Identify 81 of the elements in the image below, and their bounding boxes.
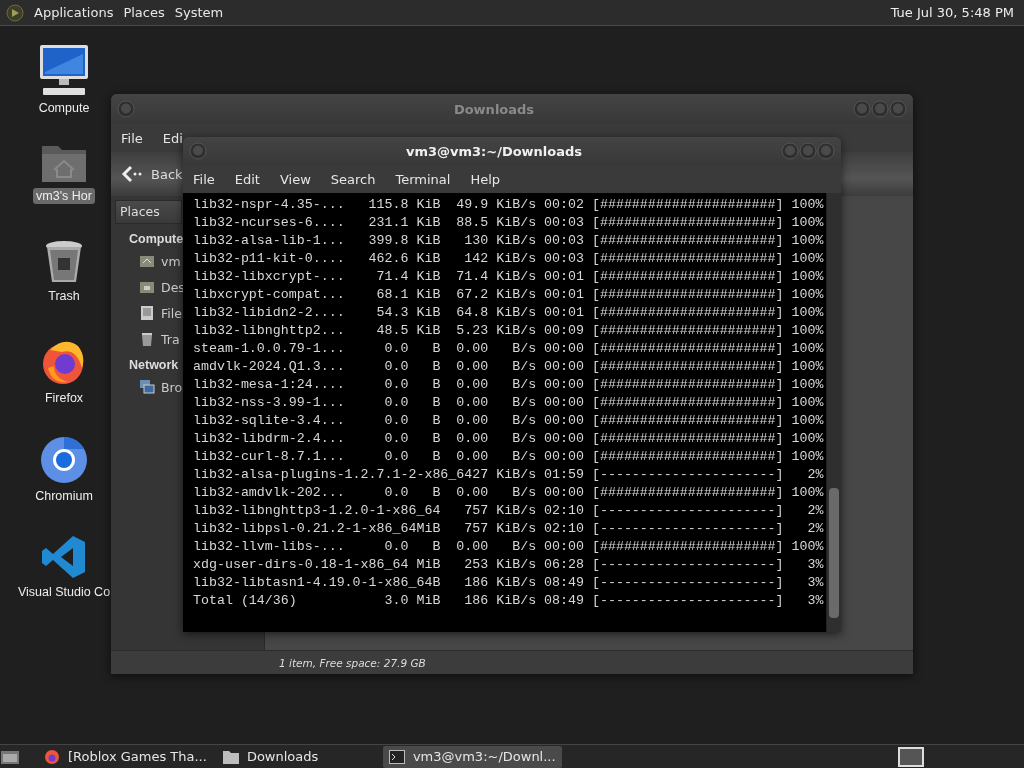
terminal-line: lib32-mesa-1:24.... 0.0 B 0.00 B/s 00:00 [######################] 100% [193,376,825,394]
desktop-icon-label[interactable]: vm3's Hor [33,188,95,204]
drive-icon [139,305,155,321]
terminal-line: lib32-llvm-libs-... 0.0 B 0.00 B/s 00:00 [######################] 100% [193,538,825,556]
terminal-line: lib32-ncurses-6.... 231.1 KiB 88.5 KiB/s 00:03 [######################] 100% [193,214,825,232]
terminal-line: lib32-libdrm-2.4... 0.0 B 0.00 B/s 00:00 [######################] 100% [193,430,825,448]
terminal-line: lib32-libidn2-2.... 54.3 KiB 64.8 KiB/s 00:01 [######################] 100% [193,304,825,322]
menu-item[interactable]: Help [470,171,501,187]
scrollbar[interactable] [826,193,841,632]
terminal-line: lib32-libnghttp2... 48.5 KiB 5.23 KiB/s 00:09 [######################] 100% [193,322,825,340]
desktop-icon-label[interactable]: Chromium [32,488,96,504]
terminal-line: Total (14/36) 3.0 MiB 186 KiB/s 08:49 [----------------------] 3% [193,592,825,610]
menu-item[interactable]: Edit [234,171,260,187]
trash-icon [44,240,84,284]
terminal-line: lib32-p11-kit-0.... 462.6 KiB 142 KiB/s 00:03 [######################] 100% [193,250,825,268]
status-text: 1 item, Free space: 27.9 GB [279,656,426,669]
sidebar-item[interactable]: Bro [161,379,183,395]
network-icon [139,379,155,395]
window-button[interactable] [799,142,817,160]
home-folder-icon [139,253,155,269]
window-button[interactable] [781,142,799,160]
menu-item[interactable]: Edi [162,130,183,146]
terminal-line: lib32-libnghttp3-1.2.0-1-x86_64 757 KiB/s 02:10 [----------------------] 2% [193,502,825,520]
folder-icon [139,279,155,295]
window-button[interactable] [817,142,835,160]
desktop-icon-label[interactable]: Trash [45,288,83,304]
terminal-line: libxcrypt-compat... 68.1 KiB 67.2 KiB/s 00:01 [######################] 100% [193,286,825,304]
panel-menu[interactable]: Applications [34,5,114,20]
taskbar-item[interactable]: vm3@vm3:~/Downl... [382,745,562,768]
window-button[interactable] [889,100,907,118]
terminal-line: lib32-amdvlk-202... 0.0 B 0.00 B/s 00:00 [######################] 100% [193,484,825,502]
window-title: Downloads [452,101,536,117]
clock[interactable]: Tue Jul 30, 5:48 PM [890,5,1018,20]
desktop-icon-label[interactable]: Visual Studio Co [14,584,114,600]
sidebar-item[interactable]: Des [161,279,185,295]
ring-icon [40,436,88,484]
back-arrow-icon[interactable] [121,165,143,183]
panel-menu[interactable]: Places [123,5,165,20]
terminal-line: xdg-user-dirs-0.18-1-x86_64 MiB 253 KiB/s 06:28 [----------------------] 3% [193,556,825,574]
terminal-line: lib32-libpsl-0.21.2-1-x86_64MiB 757 KiB/s 02:10 [----------------------] 2% [193,520,825,538]
window-menu-button[interactable] [117,100,135,118]
sidebar-heading: Network [128,358,179,372]
trash-icon [139,331,155,347]
terminal-line: lib32-curl-8.7.1... 0.0 B 0.00 B/s 00:00 [######################] 100% [193,448,825,466]
folder-icon [222,749,239,764]
menu-item[interactable]: Terminal [395,171,451,187]
scrollbar-thumb[interactable] [829,488,839,618]
terminal-line: amdvlk-2024.Q1.3... 0.0 B 0.00 B/s 00:00 [######################] 100% [193,358,825,376]
window-button[interactable] [853,100,871,118]
taskbar-item[interactable]: [Roblox Games Tha... [38,745,213,768]
desktop-icon-label[interactable]: Compute [35,100,93,116]
monitor-icon [39,44,89,96]
workspace-switcher[interactable] [898,746,924,767]
window-button[interactable] [871,100,889,118]
terminal-line: lib32-nspr-4.35-... 115.8 KiB 49.9 KiB/s 00:02 [######################] 100% [193,196,825,214]
code-editor-icon [41,534,87,580]
terminal-line: lib32-alsa-plugins-1.2.7.1-2-x86_6427 KiB/s 01:59 [----------------------] 2% [193,466,825,484]
back-button[interactable]: Back [151,166,183,182]
terminal-line: lib32-alsa-lib-1... 399.8 KiB 130 KiB/s 00:03 [######################] 100% [193,232,825,250]
menu-item[interactable]: View [279,171,311,187]
window-title: vm3@vm3:~/Downloads [404,143,584,159]
flame-globe-icon [44,748,60,765]
terminal-line: lib32-libxcrypt-... 71.4 KiB 71.4 KiB/s 00:01 [######################] 100% [193,268,825,286]
terminal-line: lib32-nss-3.99-1... 0.0 B 0.00 B/s 00:00 [######################] 100% [193,394,825,412]
menu-item[interactable]: Search [330,171,376,187]
terminal-icon [388,749,405,764]
sidebar-item[interactable]: Tra [161,331,180,347]
terminal-line: steam-1.0.0.79-1... 0.0 B 0.00 B/s 00:00 [######################] 100% [193,340,825,358]
sidebar-heading: Compute [128,232,184,246]
panel-menu[interactable]: System [174,5,224,20]
taskbar-item[interactable]: Downloads [216,745,379,768]
places-dropdown[interactable]: Places [115,200,182,224]
sidebar-item[interactable]: File [161,305,182,321]
desktop-icon-label[interactable]: Firefox [41,390,87,406]
sidebar-item[interactable]: vm [161,253,181,269]
menu-item[interactable]: File [193,171,215,187]
terminal-line: lib32-sqlite-3.4... 0.0 B 0.00 B/s 00:00 [######################] 100% [193,412,825,430]
window-menu-button[interactable] [189,142,207,160]
menu-item[interactable]: File [121,130,143,146]
terminal-line: lib32-libtasn1-4.19.0-1-x86_64B 186 KiB/s 08:49 [----------------------] 3% [193,574,825,592]
logo-icon[interactable] [6,3,24,22]
